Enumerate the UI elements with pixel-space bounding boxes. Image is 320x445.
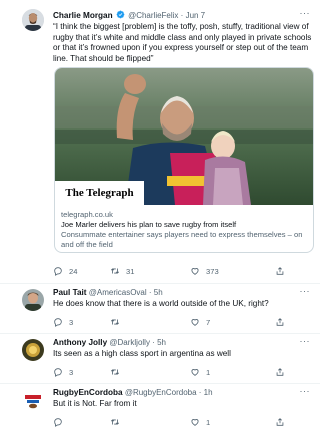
reply-icon [54, 368, 62, 377]
more-icon[interactable]: ··· [300, 336, 311, 346]
tweet-text: Its seen as a high class sport in argent… [53, 349, 231, 358]
share-button[interactable] [275, 367, 285, 377]
verified-badge-icon [116, 10, 125, 19]
like-count: 7 [206, 317, 211, 327]
tweet-time[interactable]: 5h [154, 288, 163, 297]
tweet-date[interactable]: Jun 7 [186, 11, 206, 20]
telegraph-logo: The Telegraph [55, 181, 144, 205]
reply-button[interactable]: 3 [53, 367, 110, 377]
reply-tweet[interactable]: RugbyEnCordoba @RugbyEnCordoba · 1h ··· … [0, 384, 320, 445]
retweet-button[interactable] [110, 367, 190, 377]
like-button[interactable]: 1 [190, 367, 275, 377]
like-button[interactable]: 373 [190, 266, 275, 276]
more-icon[interactable]: ··· [300, 8, 311, 18]
like-count: 1 [206, 367, 211, 377]
heart-icon [191, 268, 199, 275]
avatar-photo [22, 289, 44, 311]
like-button[interactable]: 7 [190, 317, 275, 327]
like-count: 373 [206, 266, 219, 276]
tweet-header: Charlie Morgan @CharlieFelix · Jun 7 [53, 10, 205, 20]
avatar-photo [22, 339, 44, 361]
reply-icon [54, 267, 62, 276]
share-icon [276, 418, 284, 426]
retweet-button[interactable] [110, 317, 190, 327]
retweet-icon [110, 419, 120, 425]
tweet-header: Paul Tait @AmericasOval · 5h [53, 288, 163, 297]
heart-icon [191, 319, 199, 326]
avatar[interactable] [22, 339, 44, 361]
avatar[interactable] [22, 289, 44, 311]
share-icon [276, 368, 284, 376]
retweet-icon [110, 319, 120, 325]
main-tweet[interactable]: Charlie Morgan @CharlieFelix · Jun 7 ···… [0, 0, 320, 285]
retweet-count: 31 [126, 266, 135, 276]
retweet-button[interactable] [110, 417, 190, 427]
author-name[interactable]: Paul Tait [53, 288, 87, 297]
heart-icon [191, 369, 199, 376]
author-handle[interactable]: @Darkljolly [109, 338, 150, 347]
author-handle[interactable]: @RugbyEnCordoba [125, 388, 197, 397]
share-icon [276, 318, 284, 326]
heart-icon [191, 419, 199, 426]
reply-button[interactable] [53, 417, 110, 427]
share-icon [276, 267, 284, 275]
tweet-text: But it is Not. Far from it [53, 399, 137, 408]
tweet-time[interactable]: 5h [157, 338, 166, 347]
retweet-button[interactable]: 31 [110, 266, 190, 276]
card-image: The Telegraph [55, 68, 313, 205]
reply-tweet[interactable]: Paul Tait @AmericasOval · 5h ··· He does… [0, 284, 320, 332]
reply-icon [54, 418, 62, 427]
tweet-text: He does know that there is a world outsi… [53, 299, 269, 308]
more-icon[interactable]: ··· [300, 286, 311, 296]
reply-icon [54, 318, 62, 327]
author-name[interactable]: RugbyEnCordoba [53, 388, 123, 397]
author-name[interactable]: Charlie Morgan [53, 11, 113, 20]
retweet-icon [110, 268, 120, 274]
reply-count: 3 [69, 317, 74, 327]
avatar-logo [22, 389, 44, 411]
card-title: Joe Marler delivers his plan to save rug… [61, 220, 237, 229]
reply-button[interactable]: 24 [53, 266, 110, 276]
tweet-actions: 1 [53, 417, 313, 427]
tweet-header: Anthony Jolly @Darkljolly · 5h [53, 338, 166, 347]
share-button[interactable] [275, 417, 285, 427]
avatar[interactable] [22, 389, 44, 411]
reply-button[interactable]: 3 [53, 317, 110, 327]
reply-count: 3 [69, 367, 74, 377]
tweet-actions: 3 7 [53, 317, 313, 327]
more-icon[interactable]: ··· [300, 386, 311, 396]
link-card[interactable]: The Telegraph telegraph.co.uk Joe Marler… [54, 67, 314, 253]
avatar-photo [22, 9, 44, 31]
share-button[interactable] [275, 266, 285, 276]
author-name[interactable]: Anthony Jolly [53, 338, 107, 347]
retweet-icon [110, 369, 120, 375]
card-info: telegraph.co.uk Joe Marler delivers his … [61, 210, 307, 250]
like-button[interactable]: 1 [190, 417, 275, 427]
tweet-actions: 24 31 373 [53, 266, 313, 276]
share-button[interactable] [275, 317, 285, 327]
reply-count: 24 [69, 266, 78, 276]
tweet-header: RugbyEnCordoba @RugbyEnCordoba · 1h [53, 388, 213, 397]
avatar[interactable] [22, 9, 44, 31]
tweet-text: “I think the biggest [problem] is the to… [53, 22, 312, 63]
card-domain: telegraph.co.uk [61, 210, 113, 219]
tweet-actions: 3 1 [53, 367, 313, 377]
like-count: 1 [206, 417, 211, 427]
card-description: Consummate entertainer says players need… [61, 230, 303, 249]
author-handle[interactable]: @CharlieFelix [128, 11, 178, 20]
tweet-time[interactable]: 1h [204, 388, 213, 397]
reply-tweet[interactable]: Anthony Jolly @Darkljolly · 5h ··· Its s… [0, 334, 320, 382]
author-handle[interactable]: @AmericasOval [89, 288, 147, 297]
